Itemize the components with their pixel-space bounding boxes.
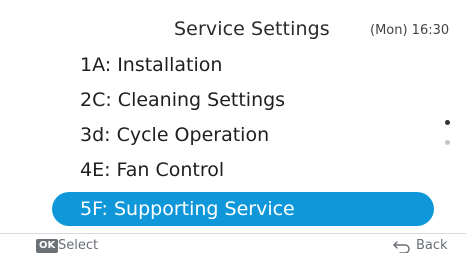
- menu-item-fan-control[interactable]: 4E: Fan Control: [80, 159, 224, 181]
- menu-item-supporting-service[interactable]: 5F: Supporting Service: [52, 192, 434, 226]
- back-hint[interactable]: Back: [416, 238, 448, 253]
- service-settings-screen: Service Settings (Mon) 16:30 1A: Install…: [0, 0, 466, 258]
- clock-display: (Mon) 16:30: [370, 23, 450, 38]
- header: Service Settings (Mon) 16:30: [0, 0, 466, 54]
- page-title: Service Settings: [174, 18, 330, 40]
- footer-bar: OK Select Back: [0, 233, 466, 258]
- menu-item-label-selected: 5F: Supporting Service: [80, 198, 295, 220]
- page-indicator: [445, 120, 453, 150]
- back-arrow-icon[interactable]: [392, 239, 412, 253]
- menu-item-cycle-operation[interactable]: 3d: Cycle Operation: [80, 124, 269, 146]
- ok-button-icon[interactable]: OK: [36, 239, 59, 253]
- select-hint: Select: [58, 238, 99, 253]
- menu-item-installation[interactable]: 1A: Installation: [80, 54, 222, 76]
- page-dot-active: [445, 120, 450, 125]
- page-dot-inactive: [445, 140, 450, 145]
- menu-item-cleaning-settings[interactable]: 2C: Cleaning Settings: [80, 89, 285, 111]
